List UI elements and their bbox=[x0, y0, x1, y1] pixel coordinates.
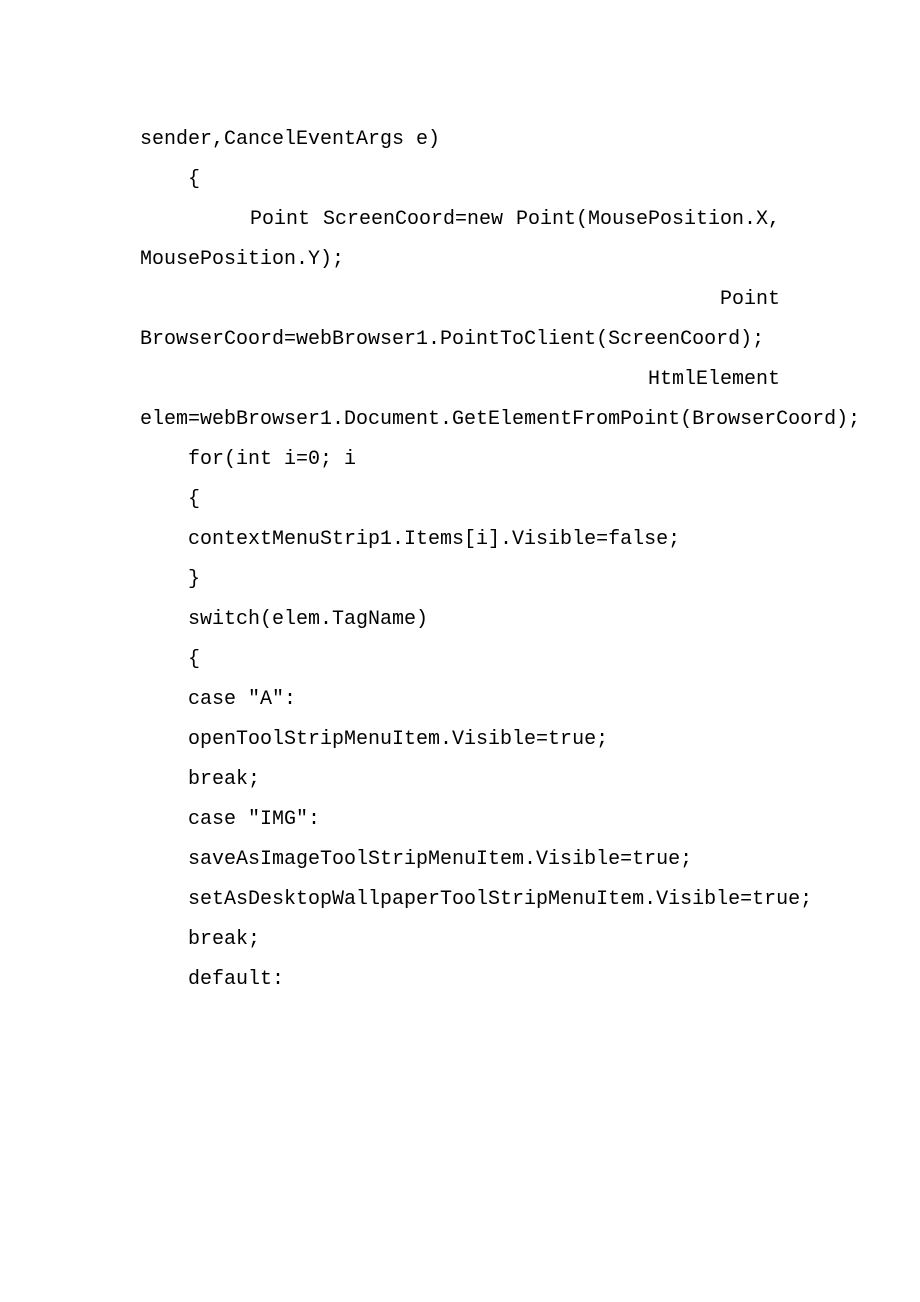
code-line: case "A": bbox=[140, 680, 780, 720]
code-line: { bbox=[140, 640, 780, 680]
code-line: { bbox=[140, 160, 780, 200]
code-block: sender,CancelEventArgs e) { Point Screen… bbox=[140, 120, 780, 1000]
code-line: Point ScreenCoord=new Point(MousePositio… bbox=[140, 200, 780, 240]
code-line: sender,CancelEventArgs e) bbox=[140, 120, 780, 160]
code-line: } bbox=[140, 560, 780, 600]
code-line: break; bbox=[140, 760, 780, 800]
code-line: openToolStripMenuItem.Visible=true; bbox=[140, 720, 780, 760]
code-token: Point(MousePosition.X, bbox=[516, 200, 780, 240]
code-line: contextMenuStrip1.Items[i].Visible=false… bbox=[140, 520, 780, 560]
code-line: saveAsImageToolStripMenuItem.Visible=tru… bbox=[140, 840, 780, 880]
code-token: Point bbox=[250, 200, 310, 240]
code-token: ScreenCoord=new bbox=[323, 200, 503, 240]
code-line: for(int i=0; i bbox=[140, 440, 780, 480]
code-line: setAsDesktopWallpaperToolStripMenuItem.V… bbox=[140, 880, 780, 920]
code-line: HtmlElement bbox=[140, 360, 780, 400]
code-line: default: bbox=[140, 960, 780, 1000]
code-line: MousePosition.Y); bbox=[140, 240, 780, 280]
code-line: { bbox=[140, 480, 780, 520]
code-line: switch(elem.TagName) bbox=[140, 600, 780, 640]
code-line: elem=webBrowser1.Document.GetElementFrom… bbox=[140, 400, 780, 440]
code-line: break; bbox=[140, 920, 780, 960]
code-line: BrowserCoord=webBrowser1.PointToClient(S… bbox=[140, 320, 780, 360]
code-line: Point bbox=[140, 280, 780, 320]
code-line: case "IMG": bbox=[140, 800, 780, 840]
